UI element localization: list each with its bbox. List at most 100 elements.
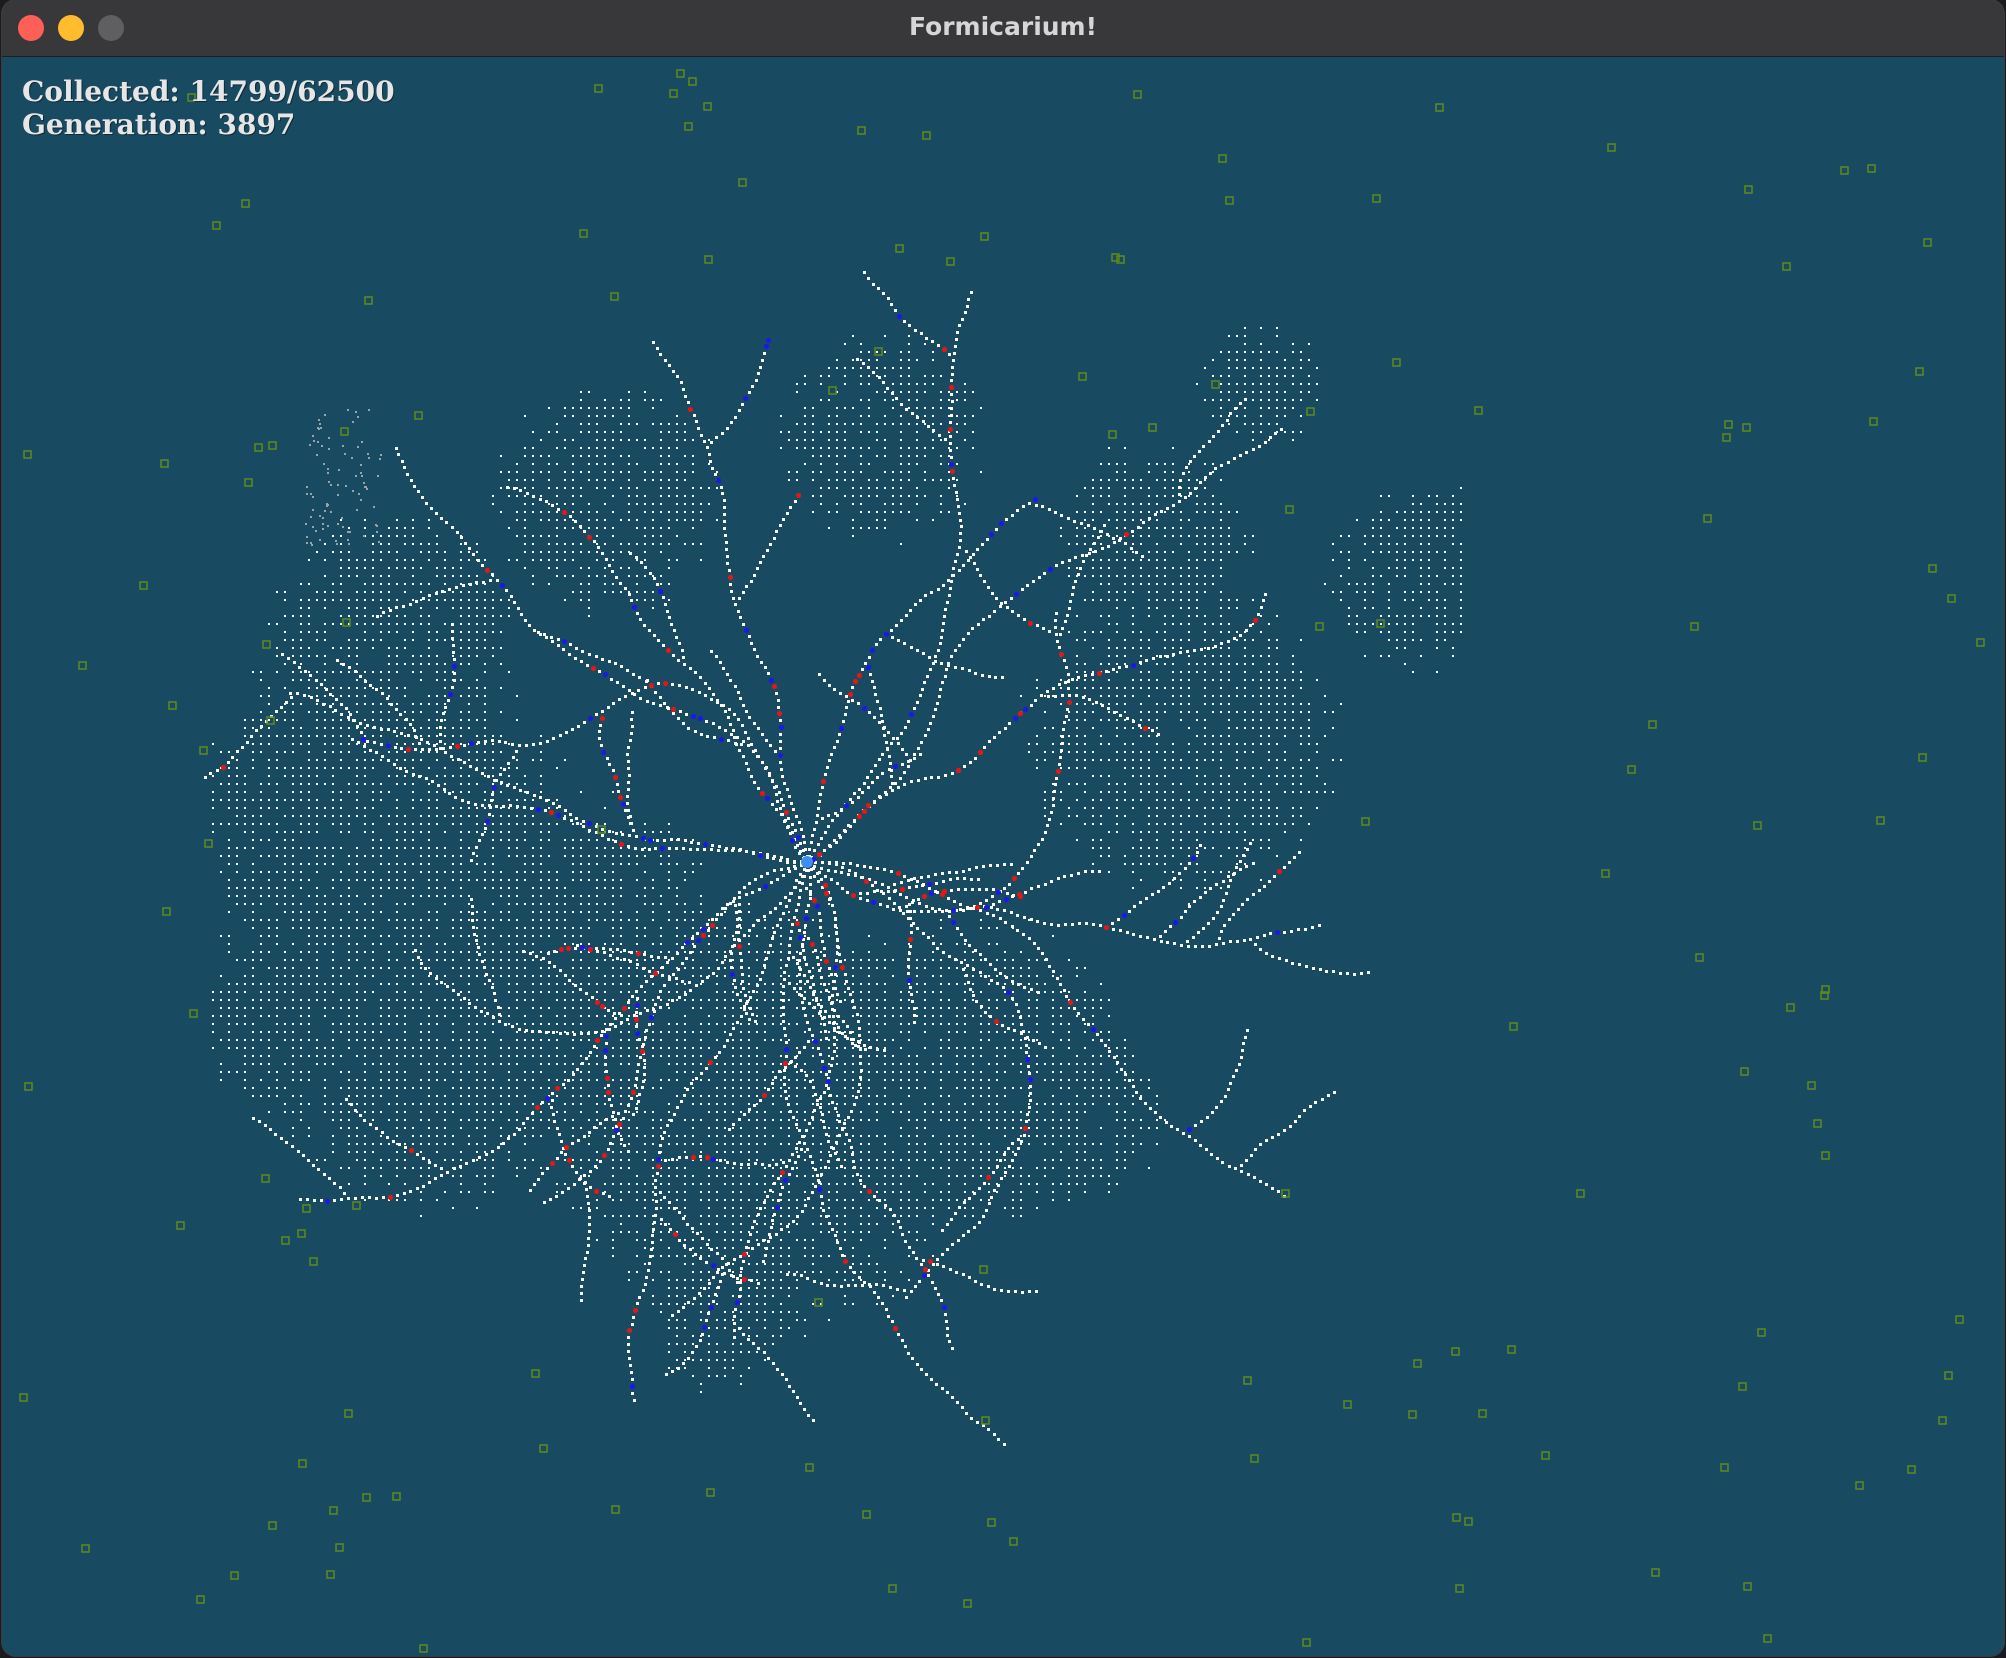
ant-searching (657, 588, 664, 595)
ant-searching (821, 1065, 828, 1072)
food-pellet (1782, 262, 1791, 271)
food-pellet (1813, 1119, 1822, 1128)
ant-searching (870, 899, 877, 906)
food-pellet (19, 1393, 28, 1402)
ant-searching (743, 627, 750, 634)
ant-carrying (820, 778, 827, 785)
ant-searching (684, 939, 691, 946)
ant-searching (702, 841, 709, 848)
ant-carrying (839, 964, 846, 971)
ant-carrying (771, 683, 778, 690)
food-pellet (1509, 1022, 1518, 1031)
ant-searching (647, 837, 654, 844)
ant-searching (701, 1324, 708, 1331)
food-pellet (1786, 1003, 1795, 1012)
ant-searching (491, 784, 498, 791)
ant-searching (602, 1047, 609, 1054)
food-pellet (1918, 753, 1927, 762)
hud-panel: Collected: 14799/62500 Generation: 3897 (22, 75, 395, 141)
app-window: Formicarium! Collected: 14799/62500 Gene… (2, 0, 2004, 1656)
food-pellet (738, 178, 747, 187)
ant-carrying (1276, 868, 1283, 875)
ant-carrying (565, 945, 572, 952)
ant-searching (690, 713, 697, 720)
ant-searching (742, 395, 749, 402)
ant-carrying (558, 946, 565, 953)
food-pellet (1133, 90, 1142, 99)
ant-searching (816, 1186, 823, 1193)
simulation-field (19, 69, 1985, 1653)
ant-searching (838, 725, 845, 732)
ant-carrying (822, 882, 829, 889)
food-pellet (828, 386, 837, 395)
food-pellet (1840, 166, 1849, 175)
ant-carrying (741, 1276, 748, 1283)
ant-carrying (621, 1005, 628, 1012)
ant-searching (948, 461, 955, 468)
ant-carrying (648, 682, 655, 689)
food-pellet (610, 292, 619, 301)
simulation-canvas[interactable]: Collected: 14799/62500 Generation: 3897 (2, 57, 2004, 1656)
food-pellet (281, 1236, 290, 1245)
ant-carrying (605, 1089, 612, 1096)
ant-searching (710, 1156, 717, 1163)
ant-searching (763, 343, 770, 350)
food-pellet (1451, 1347, 1460, 1356)
food-pellet (212, 221, 221, 230)
ant-searching (896, 313, 903, 320)
ant-carrying (1058, 651, 1065, 658)
food-pellet (1923, 238, 1932, 247)
ant-carrying (599, 715, 606, 722)
ant-searching (950, 907, 957, 914)
ant-carrying (955, 767, 962, 774)
ant-carrying (811, 897, 818, 904)
ant-searching (1172, 919, 1179, 926)
food-pellet (1938, 1416, 1947, 1425)
ant-carrying (635, 950, 642, 957)
food-pellet (230, 1571, 239, 1580)
ant-carrying (795, 492, 802, 499)
food-pellet (1651, 1568, 1660, 1577)
ant-carrying (941, 346, 948, 353)
food-pellet (139, 581, 148, 590)
ant-searching (883, 631, 890, 638)
ant-carrying (616, 1121, 623, 1128)
food-pellet (162, 907, 171, 916)
food-pellet (241, 199, 250, 208)
ant-searching (1022, 706, 1029, 713)
ant-searching (499, 582, 506, 589)
food-pellet (1392, 358, 1401, 367)
ant-searching (892, 763, 899, 770)
ant-carrying (593, 1188, 600, 1195)
food-pellet (1078, 372, 1087, 381)
ant-searching (695, 937, 702, 944)
window-title: Formicarium! (908, 12, 1098, 41)
nest-marker (801, 856, 813, 868)
food-pellet (922, 131, 931, 140)
food-pellet (1243, 1376, 1252, 1385)
ant-searching (803, 915, 810, 922)
ant-carrying (633, 1016, 640, 1023)
ant-searching (843, 802, 850, 809)
ant-carrying (816, 851, 823, 858)
ant-searching (995, 889, 1002, 896)
food-pellet (981, 1416, 990, 1425)
ant-searching (629, 1383, 636, 1390)
food-pellet (419, 1644, 428, 1653)
ant-carrying (794, 920, 801, 927)
food-pellet (199, 746, 208, 755)
food-pellet (1601, 869, 1610, 878)
ant-carrying (939, 891, 946, 898)
ant-carrying (707, 1059, 714, 1066)
ant-searching (764, 795, 771, 802)
ant-carrying (670, 706, 677, 713)
food-pellet (1976, 638, 1985, 647)
ant-searching (1013, 591, 1020, 598)
food-pellet (1009, 1537, 1018, 1546)
ant-carrying (630, 1089, 637, 1096)
ant-carrying (566, 1157, 573, 1164)
ant-carrying (977, 749, 984, 756)
food-pellet (204, 839, 213, 848)
food-pellet (78, 661, 87, 670)
ant-searching (789, 837, 796, 844)
